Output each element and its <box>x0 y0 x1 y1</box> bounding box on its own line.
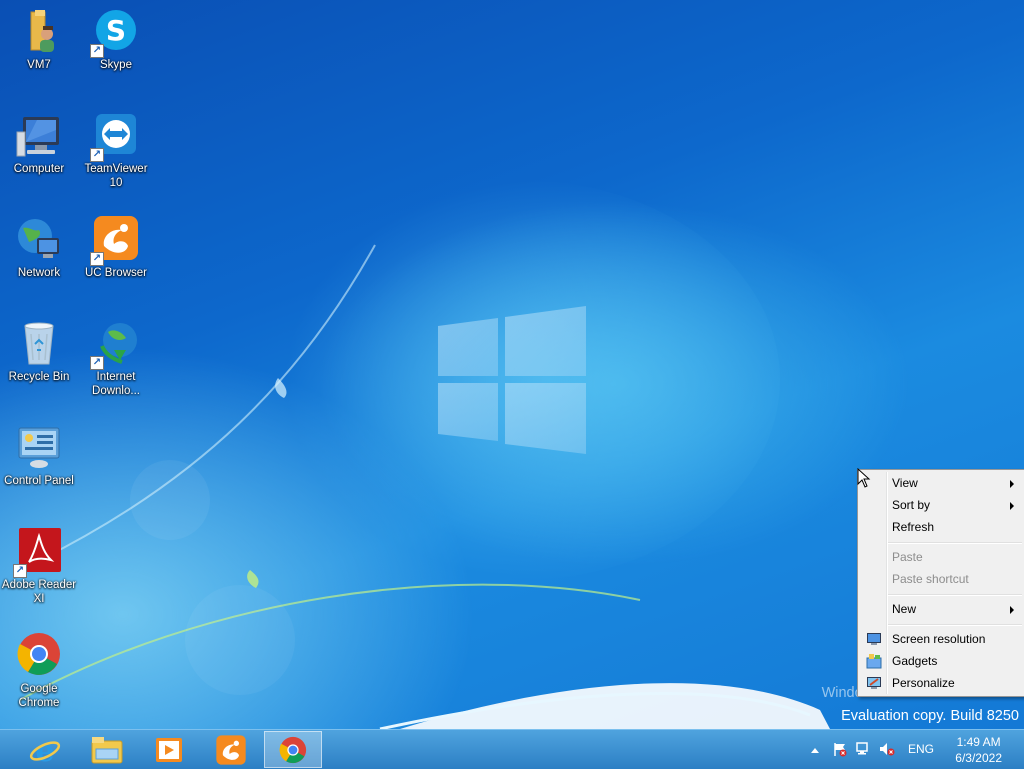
menu-item-sort-by[interactable]: Sort by <box>860 494 1022 516</box>
icon-label: UC Browser <box>85 267 147 279</box>
taskbar-button-internet-explorer[interactable]: e <box>16 731 74 768</box>
system-tray: ENG <box>806 730 946 769</box>
icon-label: Network <box>17 267 61 279</box>
shortcut-arrow-icon: ↗ <box>90 148 104 162</box>
taskbar-button-chrome[interactable] <box>264 731 322 768</box>
desktop-icon-vm7[interactable]: VM7 <box>1 8 77 72</box>
shortcut-arrow-icon: ↗ <box>90 252 104 266</box>
mouse-cursor-icon <box>857 468 871 488</box>
clock-date: 6/3/2022 <box>955 751 1002 765</box>
desktop-icon-internet-download-manager[interactable]: ↗ Internet Downlo... <box>78 320 154 398</box>
icon-label: TeamViewer 10 <box>84 163 148 189</box>
shortcut-arrow-icon: ↗ <box>90 356 104 370</box>
gadgets-icon <box>866 654 882 669</box>
skype-icon: S ↗ <box>90 8 140 58</box>
icon-label: VM7 <box>27 59 51 71</box>
shortcut-arrow-icon: ↗ <box>13 564 27 578</box>
icon-label: Adobe Reader XI <box>1 579 77 605</box>
control-panel-icon <box>15 424 63 472</box>
icon-label: Computer <box>13 163 65 175</box>
desktop-icon-teamviewer[interactable]: ↗ TeamViewer 10 <box>78 112 154 190</box>
internet-explorer-icon: e <box>29 734 61 766</box>
menu-item-gadgets[interactable]: Gadgets <box>860 650 1022 672</box>
desktop-icon-control-panel[interactable]: Control Panel <box>1 424 77 488</box>
menu-item-paste-shortcut[interactable]: Paste shortcut <box>860 568 1022 590</box>
desktop-icon-chrome[interactable]: Google Chrome <box>1 632 77 710</box>
uc-browser-icon: ↗ <box>90 216 140 266</box>
desktop[interactable]: VM7 S ↗ Skype Computer ↗ TeamViewer 10 N… <box>0 0 1024 729</box>
teamviewer-icon: ↗ <box>90 112 140 162</box>
icon-label: Control Panel <box>4 475 74 487</box>
taskbar: e ENG 1:49 AM 6/3/2022 <box>0 729 1024 769</box>
recycle-bin-icon <box>15 320 63 368</box>
desktop-icon-network[interactable]: Network <box>1 216 77 280</box>
desktop-icon-uc-browser[interactable]: ↗ UC Browser <box>78 216 154 280</box>
file-explorer-icon <box>91 736 123 763</box>
adobe-reader-icon: ↗ <box>13 528 63 578</box>
svg-text:e: e <box>35 734 54 766</box>
personalize-icon <box>867 677 881 689</box>
menu-item-label: Refresh <box>892 520 935 534</box>
action-center-flag-icon[interactable] <box>832 741 848 757</box>
menu-item-label: Paste shortcut <box>892 572 969 586</box>
menu-item-screen-resolution[interactable]: Screen resolution <box>860 628 1022 650</box>
watermark-build: Evaluation copy. Build 8250 <box>841 708 1019 724</box>
network-status-icon[interactable] <box>855 741 871 757</box>
menu-item-label: New <box>892 602 917 616</box>
user-folder-icon <box>15 8 63 56</box>
network-icon <box>15 216 63 264</box>
show-hidden-icons-icon[interactable] <box>810 746 820 754</box>
watermark-line2: Evaluation copy. Build 8250 <box>841 708 1019 724</box>
taskbar-button-media-player[interactable] <box>140 731 198 768</box>
desktop-context-menu: View Sort by Refresh Paste Paste shortcu… <box>857 469 1024 697</box>
menu-item-paste[interactable]: Paste <box>860 546 1022 568</box>
internet-download-manager-icon: ↗ <box>90 320 140 370</box>
menu-item-view[interactable]: View <box>860 472 1022 494</box>
clock-time: 1:49 AM <box>956 735 1001 749</box>
submenu-arrow-icon <box>1010 606 1014 614</box>
desktop-icon-recycle-bin[interactable]: Recycle Bin <box>1 320 77 384</box>
desktop-icon-adobe-reader[interactable]: ↗ Adobe Reader XI <box>1 528 77 606</box>
menu-item-label: View <box>892 476 918 490</box>
shortcut-arrow-icon: ↗ <box>90 44 104 58</box>
menu-item-label: Gadgets <box>892 654 938 668</box>
menu-separator <box>888 542 1022 544</box>
menu-item-label: Screen resolution <box>892 632 986 646</box>
menu-item-refresh[interactable]: Refresh <box>860 516 1022 538</box>
taskbar-button-file-explorer[interactable] <box>78 731 136 768</box>
svg-text:S: S <box>106 14 126 47</box>
menu-item-label: Paste <box>892 550 923 564</box>
uc-browser-icon <box>216 734 246 765</box>
menu-separator <box>888 594 1022 596</box>
taskbar-button-uc-browser[interactable] <box>202 731 260 768</box>
menu-item-new[interactable]: New <box>860 598 1022 620</box>
icon-label: Internet Downlo... <box>92 371 140 397</box>
chrome-icon <box>15 632 63 680</box>
menu-item-personalize[interactable]: Personalize <box>860 672 1022 694</box>
computer-icon <box>15 112 63 160</box>
desktop-icon-computer[interactable]: Computer <box>1 112 77 176</box>
submenu-arrow-icon <box>1010 502 1014 510</box>
volume-muted-icon[interactable] <box>878 741 896 757</box>
media-player-icon <box>156 737 182 762</box>
chrome-icon <box>279 736 307 763</box>
icon-label: Skype <box>100 59 132 71</box>
clock[interactable]: 1:49 AM 6/3/2022 <box>955 734 1002 766</box>
submenu-arrow-icon <box>1010 480 1014 488</box>
menu-item-label: Personalize <box>892 676 955 690</box>
desktop-icon-skype[interactable]: S ↗ Skype <box>78 8 154 72</box>
icon-label: Recycle Bin <box>8 371 70 383</box>
menu-separator <box>888 624 1022 626</box>
language-indicator[interactable]: ENG <box>908 742 934 756</box>
icon-label: Google Chrome <box>18 683 60 709</box>
menu-item-label: Sort by <box>892 498 931 512</box>
screen-resolution-icon <box>867 633 881 645</box>
